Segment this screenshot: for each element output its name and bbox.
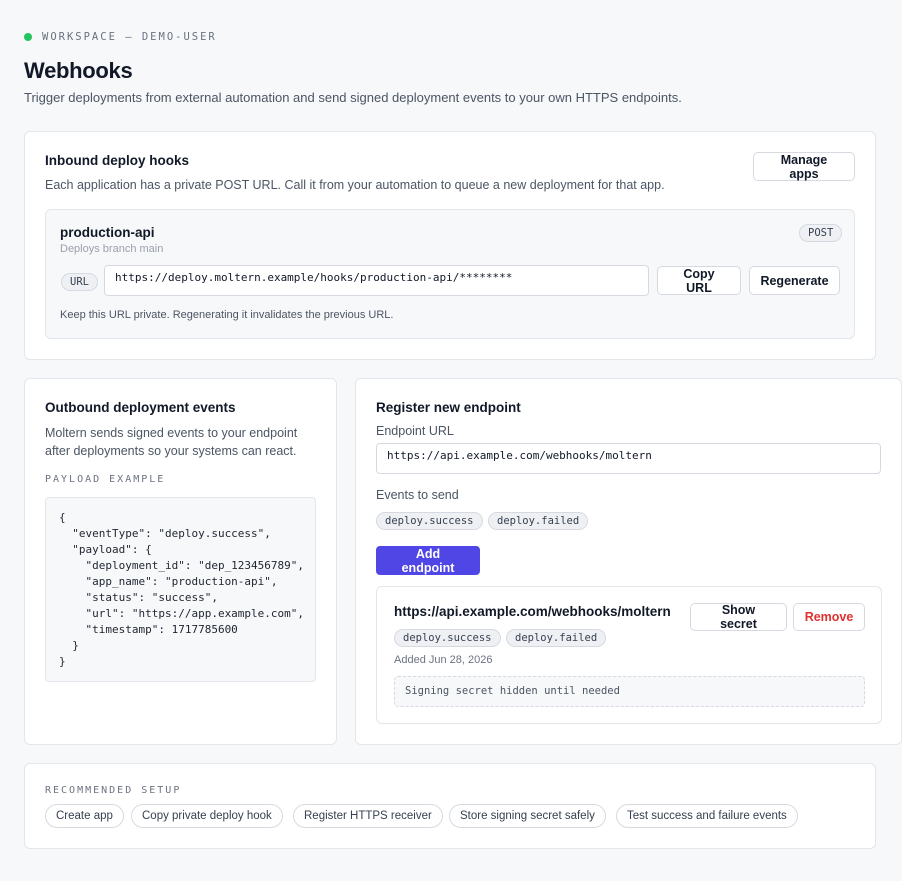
payload-label: PAYLOAD EXAMPLE	[45, 474, 166, 485]
outbound-title: Outbound deployment events	[45, 400, 236, 415]
setup-step-store-secret[interactable]: Store signing secret safely	[449, 804, 606, 828]
events-label: Events to send	[376, 488, 459, 502]
setup-step-create-app[interactable]: Create app	[45, 804, 124, 828]
add-endpoint-button[interactable]: Add endpoint	[376, 546, 480, 575]
page-title: Webhooks	[24, 58, 133, 83]
signing-secret-placeholder: Signing secret hidden until needed	[394, 676, 865, 707]
recommended-setup-card: RECOMMENDED SETUP Create app Copy privat…	[24, 763, 876, 849]
register-endpoint-card: Register new endpoint Endpoint URL https…	[355, 378, 902, 745]
endpoint-list-item: https://api.example.com/webhooks/moltern…	[376, 586, 882, 724]
hook-note: Keep this URL private. Regenerating it i…	[60, 309, 394, 321]
show-secret-button[interactable]: Show secret	[690, 603, 787, 631]
hook-branch: Deploys branch main	[60, 243, 164, 255]
url-tag: URL	[61, 273, 98, 291]
register-title: Register new endpoint	[376, 400, 521, 415]
page-subtitle: Trigger deployments from external automa…	[24, 90, 682, 105]
setup-step-test-events[interactable]: Test success and failure events	[616, 804, 798, 828]
setup-label: RECOMMENDED SETUP	[45, 785, 182, 796]
event-toggle-deploy-success[interactable]: deploy.success	[376, 512, 483, 530]
endpoint-added-date: Added Jun 28, 2026	[394, 654, 493, 666]
workspace-label: WORKSPACE – DEMO-USER	[42, 31, 217, 43]
hook-url-field[interactable]: https://deploy.moltern.example/hooks/pro…	[104, 265, 649, 296]
endpoint-url: https://api.example.com/webhooks/moltern	[394, 604, 671, 619]
endpoint-url-input[interactable]: https://api.example.com/webhooks/moltern	[376, 443, 881, 474]
inbound-description: Each application has a private POST URL.…	[45, 178, 665, 192]
deploy-hook-panel: production-api Deploys branch main POST …	[45, 209, 855, 339]
method-badge: POST	[799, 224, 843, 242]
remove-endpoint-button[interactable]: Remove	[793, 603, 865, 631]
outbound-description: Moltern sends signed events to your endp…	[45, 426, 298, 458]
workspace-indicator: WORKSPACE – DEMO-USER	[24, 31, 217, 43]
setup-step-copy-hook[interactable]: Copy private deploy hook	[131, 804, 283, 828]
inbound-hooks-card: Inbound deploy hooks Each application ha…	[24, 131, 876, 360]
event-toggle-deploy-failed[interactable]: deploy.failed	[488, 512, 589, 530]
endpoint-url-label: Endpoint URL	[376, 424, 454, 438]
payload-example: { "eventType": "deploy.success", "payloa…	[45, 497, 316, 682]
inbound-title: Inbound deploy hooks	[45, 153, 189, 168]
endpoint-event-deploy-failed: deploy.failed	[506, 629, 607, 647]
regenerate-button[interactable]: Regenerate	[749, 266, 840, 295]
copy-url-button[interactable]: Copy URL	[657, 266, 741, 295]
setup-step-register-receiver[interactable]: Register HTTPS receiver	[293, 804, 443, 828]
outbound-events-card: Outbound deployment events Moltern sends…	[24, 378, 337, 745]
status-dot-icon	[24, 33, 32, 41]
manage-apps-button[interactable]: Manage apps	[753, 152, 855, 181]
endpoint-event-deploy-success: deploy.success	[394, 629, 501, 647]
hook-app-name: production-api	[60, 225, 155, 240]
